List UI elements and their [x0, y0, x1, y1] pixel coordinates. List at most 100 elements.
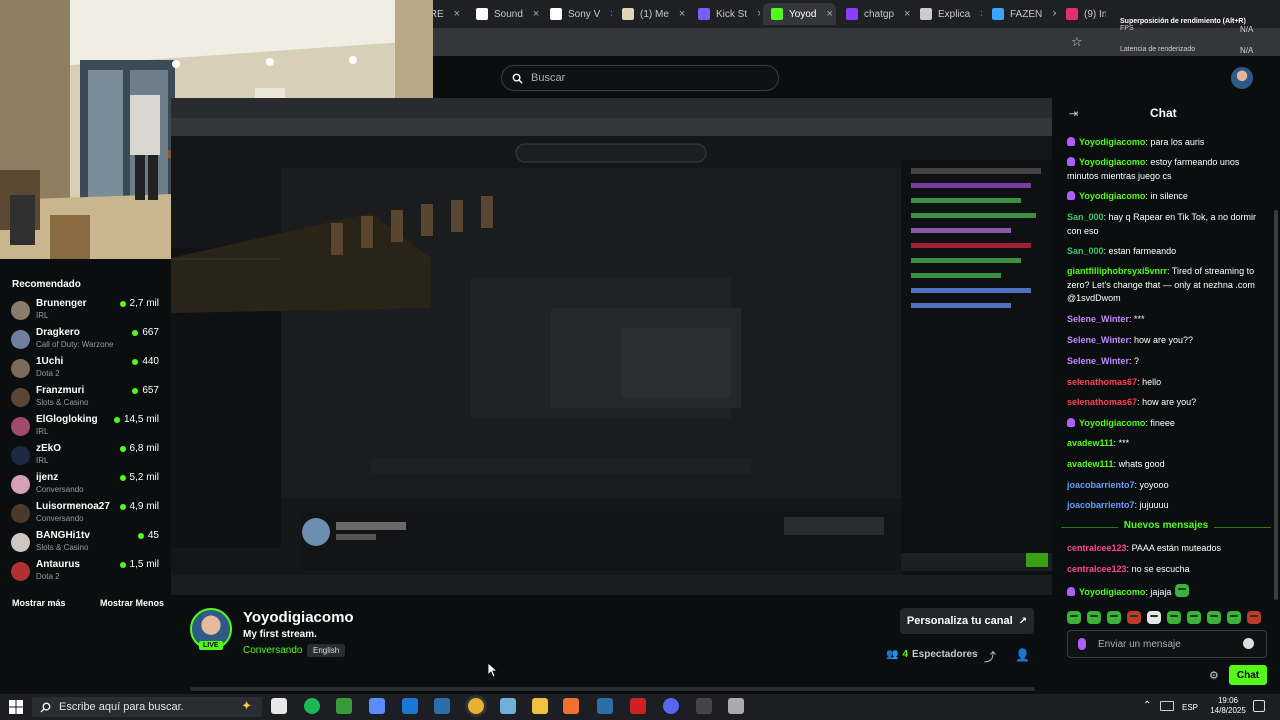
emote-icon[interactable] — [1167, 610, 1181, 624]
browser-tab[interactable]: (9) Inst× — [1058, 3, 1106, 25]
chat-input[interactable]: Enviar un mensaje — [1067, 630, 1267, 658]
taskbar-search[interactable]: Escribe aquí para buscar. ✦ — [32, 697, 262, 717]
send-chat-button[interactable]: Chat — [1229, 665, 1267, 685]
language-tag[interactable]: English — [307, 644, 346, 657]
recommended-channel[interactable]: Antaurus Dota 2 1,5 mil — [11, 559, 161, 589]
tab-close-icon[interactable]: × — [1052, 8, 1056, 20]
taskbar-app-steam-2-icon[interactable] — [597, 698, 613, 714]
stream-category[interactable]: Conversando — [243, 645, 302, 656]
taskbar-app-discord-icon[interactable] — [663, 698, 679, 714]
recommended-channel[interactable]: ElGlogloking IRL 14,5 mil — [11, 414, 161, 444]
share-icon[interactable]: ⤴ — [984, 648, 996, 665]
tab-close-icon[interactable]: × — [679, 8, 685, 20]
taskbar-app-spotify-icon[interactable] — [304, 698, 320, 714]
taskbar-app-settings-icon[interactable] — [728, 698, 744, 714]
chat-username[interactable]: Selene_Winter — [1067, 335, 1129, 345]
taskbar-app-chrome-icon[interactable] — [468, 698, 484, 714]
tray-chevron-icon[interactable]: ⌃ — [1143, 700, 1151, 711]
recommended-channel[interactable]: BANGHi1tv Slots & Casino 45 — [11, 530, 161, 560]
bookmark-star-icon[interactable]: ☆ — [1071, 34, 1083, 50]
recommended-channel[interactable]: zEkO IRL 6,8 mil — [11, 443, 161, 473]
search-input[interactable]: Buscar — [501, 65, 779, 91]
browser-tab[interactable]: chatgp × — [838, 3, 910, 25]
tab-close-icon[interactable]: × — [980, 8, 982, 20]
chat-scrollbar[interactable] — [1274, 210, 1278, 600]
chat-username[interactable]: joacobarriento7 — [1067, 500, 1135, 510]
browser-tab[interactable]: Explica × — [912, 3, 982, 25]
input-language[interactable]: ESP — [1182, 703, 1198, 712]
recommended-channel[interactable]: ijenz Conversando 5,2 mil — [11, 472, 161, 502]
emote-icon[interactable] — [1127, 610, 1141, 624]
microphone-icon[interactable] — [1078, 638, 1086, 650]
browser-tab[interactable]: FAZEN × — [984, 3, 1056, 25]
keyboard-icon[interactable] — [1160, 701, 1174, 711]
chat-settings-gear-icon[interactable]: ⚙ — [1209, 669, 1219, 682]
tab-close-icon[interactable]: × — [610, 8, 612, 20]
chat-username[interactable]: selenathomas67 — [1067, 377, 1137, 387]
emote-icon[interactable] — [1107, 610, 1121, 624]
taskbar-app-copilot-icon[interactable] — [369, 698, 385, 714]
tab-close-icon[interactable]: × — [454, 8, 460, 20]
taskbar-app-brave-icon[interactable] — [563, 698, 579, 714]
emote-icon[interactable] — [1147, 610, 1161, 624]
taskbar-app-xbox-icon[interactable] — [336, 698, 352, 714]
emoji-icon[interactable] — [1243, 638, 1254, 649]
taskbar-app-outlook-icon[interactable] — [402, 698, 418, 714]
taskbar-app-task-view-icon[interactable] — [271, 698, 287, 714]
browser-tab[interactable]: Kick St × — [690, 3, 760, 25]
chat-username[interactable]: Selene_Winter — [1067, 356, 1129, 366]
taskbar-app-explorer-icon[interactable] — [532, 698, 548, 714]
notification-icon[interactable] — [1253, 700, 1265, 712]
show-more-button[interactable]: Mostrar más — [12, 598, 66, 608]
browser-tab[interactable]: Sony V × — [542, 3, 612, 25]
chat-username[interactable]: Yoyodigiacomo — [1079, 157, 1145, 167]
emote-icon[interactable] — [1247, 610, 1261, 624]
chat-username[interactable]: avadew111 — [1067, 438, 1114, 448]
tab-close-icon[interactable]: × — [826, 8, 832, 20]
show-less-button[interactable]: Mostrar Menos — [100, 598, 164, 608]
browser-tab[interactable]: Yoyod × — [763, 3, 836, 25]
clock-time: 19:06 — [1217, 696, 1239, 705]
taskbar-app-obs-icon[interactable] — [696, 698, 712, 714]
recommended-channel[interactable]: 1Uchi Dota 2 440 — [11, 356, 161, 386]
chat-username[interactable]: Selene_Winter — [1067, 314, 1129, 324]
chat-username[interactable]: selenathomas67 — [1067, 397, 1137, 407]
tab-close-icon[interactable]: × — [757, 8, 760, 20]
emote-icon[interactable] — [1187, 610, 1201, 624]
emote-icon[interactable] — [1087, 610, 1101, 624]
chat-username[interactable]: Yoyodigiacomo — [1079, 137, 1145, 147]
horizontal-scrollbar[interactable] — [190, 687, 1035, 691]
chat-username[interactable]: Yoyodigiacomo — [1079, 418, 1145, 428]
browser-tab[interactable]: (1) Me × — [614, 3, 688, 25]
emote-icon[interactable] — [1207, 610, 1221, 624]
chat-username[interactable]: Yoyodigiacomo — [1079, 191, 1145, 201]
follow-user-icon[interactable]: 👤 — [1015, 648, 1030, 662]
taskbar-app-adobe-icon[interactable] — [630, 698, 646, 714]
recommended-channel[interactable]: Dragkero Call of Duty: Warzone 667 — [11, 327, 161, 357]
chat-username[interactable]: San_000 — [1067, 212, 1104, 222]
chat-username[interactable]: San_000 — [1067, 246, 1104, 256]
system-clock[interactable]: 19:06 14/8/2025 — [1210, 696, 1246, 716]
collapse-chat-icon[interactable]: ⇥ — [1069, 107, 1078, 120]
chat-username[interactable]: centralcee123 — [1067, 543, 1127, 553]
video-player[interactable] — [171, 98, 1052, 595]
browser-tab[interactable]: Sound × — [468, 3, 540, 25]
windows-start-icon[interactable] — [8, 699, 24, 715]
chat-username[interactable]: joacobarriento7 — [1067, 480, 1135, 490]
chat-username[interactable]: Yoyodigiacomo — [1079, 587, 1145, 597]
taskbar-app-steam-icon[interactable] — [434, 698, 450, 714]
tab-close-icon[interactable]: × — [904, 8, 910, 20]
customize-channel-button[interactable]: Personaliza tu canal ↗ — [900, 608, 1034, 634]
user-avatar[interactable] — [1231, 67, 1253, 89]
chat-username[interactable]: giantfilliphobrsyxi5vnrr — [1067, 266, 1167, 276]
recommended-channel[interactable]: Brunenger IRL 2,7 mil — [11, 298, 161, 328]
channel-name[interactable]: Yoyodigiacomo — [243, 609, 354, 626]
emote-icon[interactable] — [1067, 610, 1081, 624]
chat-username[interactable]: centralcee123 — [1067, 564, 1127, 574]
emote-icon[interactable] — [1227, 610, 1241, 624]
chat-username[interactable]: avadew111 — [1067, 459, 1114, 469]
recommended-channel[interactable]: Franzmuri Slots & Casino 657 — [11, 385, 161, 415]
tab-close-icon[interactable]: × — [533, 8, 539, 20]
recommended-channel[interactable]: Luisormenoa27 Conversando 4,9 mil — [11, 501, 161, 531]
taskbar-app-files-icon[interactable] — [500, 698, 516, 714]
